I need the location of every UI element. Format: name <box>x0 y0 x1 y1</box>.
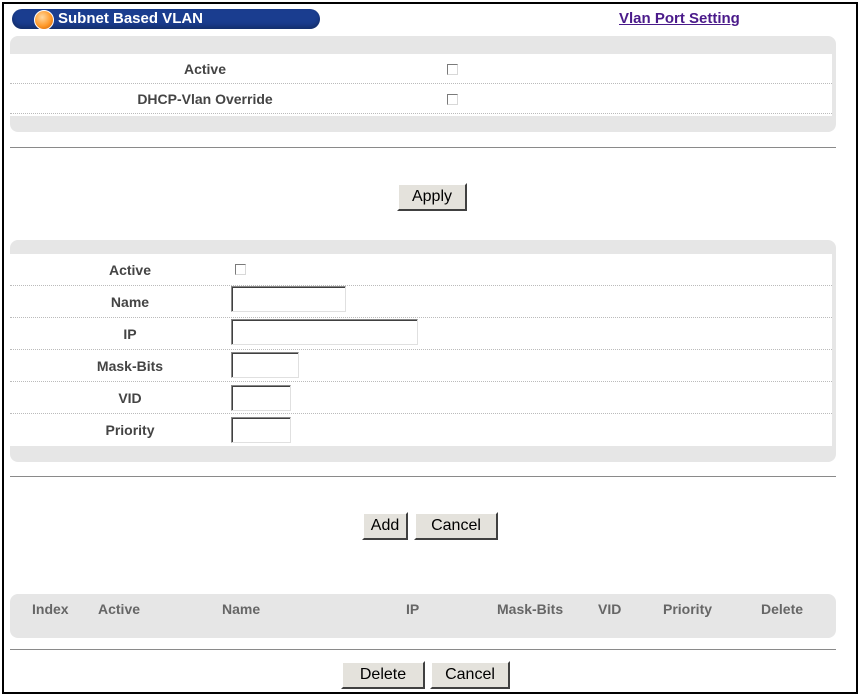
priority-label: Priority <box>105 422 155 438</box>
mask-bits-label: Mask-Bits <box>96 358 164 374</box>
column-header: Mask-Bits <box>497 601 564 617</box>
form-active-row: Active <box>10 254 832 286</box>
column-header: Index <box>32 601 69 617</box>
column-header: Active <box>98 601 141 617</box>
mask-bits-row: Mask-Bits <box>10 350 832 382</box>
column-header: VID <box>598 601 622 617</box>
priority-row: Priority <box>10 414 832 445</box>
entry-form-panel: Active Name IP Mask-Bits VID Priority <box>10 240 836 462</box>
form-active-label: Active <box>108 262 152 278</box>
cancel-button[interactable]: Cancel <box>414 512 498 540</box>
ip-label: IP <box>123 326 137 342</box>
column-header: Delete <box>761 601 804 617</box>
dhcp-override-checkbox[interactable] <box>447 94 458 105</box>
vid-label: VID <box>118 390 142 406</box>
title-bar: Subnet Based VLAN <box>12 9 320 30</box>
ip-input[interactable] <box>231 319 418 345</box>
dhcp-override-row: DHCP-Vlan Override <box>10 84 832 114</box>
apply-button[interactable]: Apply <box>397 183 467 211</box>
table-panel: Index Active Name IP Mask-Bits VID Prior… <box>10 594 836 638</box>
divider <box>10 147 836 148</box>
priority-input[interactable] <box>231 417 291 443</box>
add-button[interactable]: Add <box>362 512 408 540</box>
delete-button[interactable]: Delete <box>341 661 425 689</box>
name-input[interactable] <box>231 286 346 312</box>
page-title: Subnet Based VLAN <box>58 10 204 27</box>
divider <box>10 649 836 650</box>
form-active-checkbox[interactable] <box>235 264 246 275</box>
table-cancel-button[interactable]: Cancel <box>430 661 510 689</box>
active-row: Active <box>10 54 832 84</box>
dhcp-override-label: DHCP-Vlan Override <box>137 91 273 107</box>
column-header: Name <box>222 601 261 617</box>
ip-row: IP <box>10 318 832 350</box>
active-label: Active <box>183 61 227 77</box>
vid-row: VID <box>10 382 832 414</box>
name-row: Name <box>10 286 832 318</box>
orb-icon <box>34 10 54 30</box>
active-checkbox[interactable] <box>447 64 458 75</box>
mask-bits-input[interactable] <box>231 352 299 378</box>
global-settings-panel: Active DHCP-Vlan Override <box>10 36 836 132</box>
column-header: Priority <box>663 601 713 617</box>
vlan-port-setting-link[interactable]: Vlan Port Setting <box>619 10 740 27</box>
name-label: Name <box>110 294 150 310</box>
divider <box>10 476 836 477</box>
vid-input[interactable] <box>231 385 291 411</box>
column-header: IP <box>406 601 420 617</box>
